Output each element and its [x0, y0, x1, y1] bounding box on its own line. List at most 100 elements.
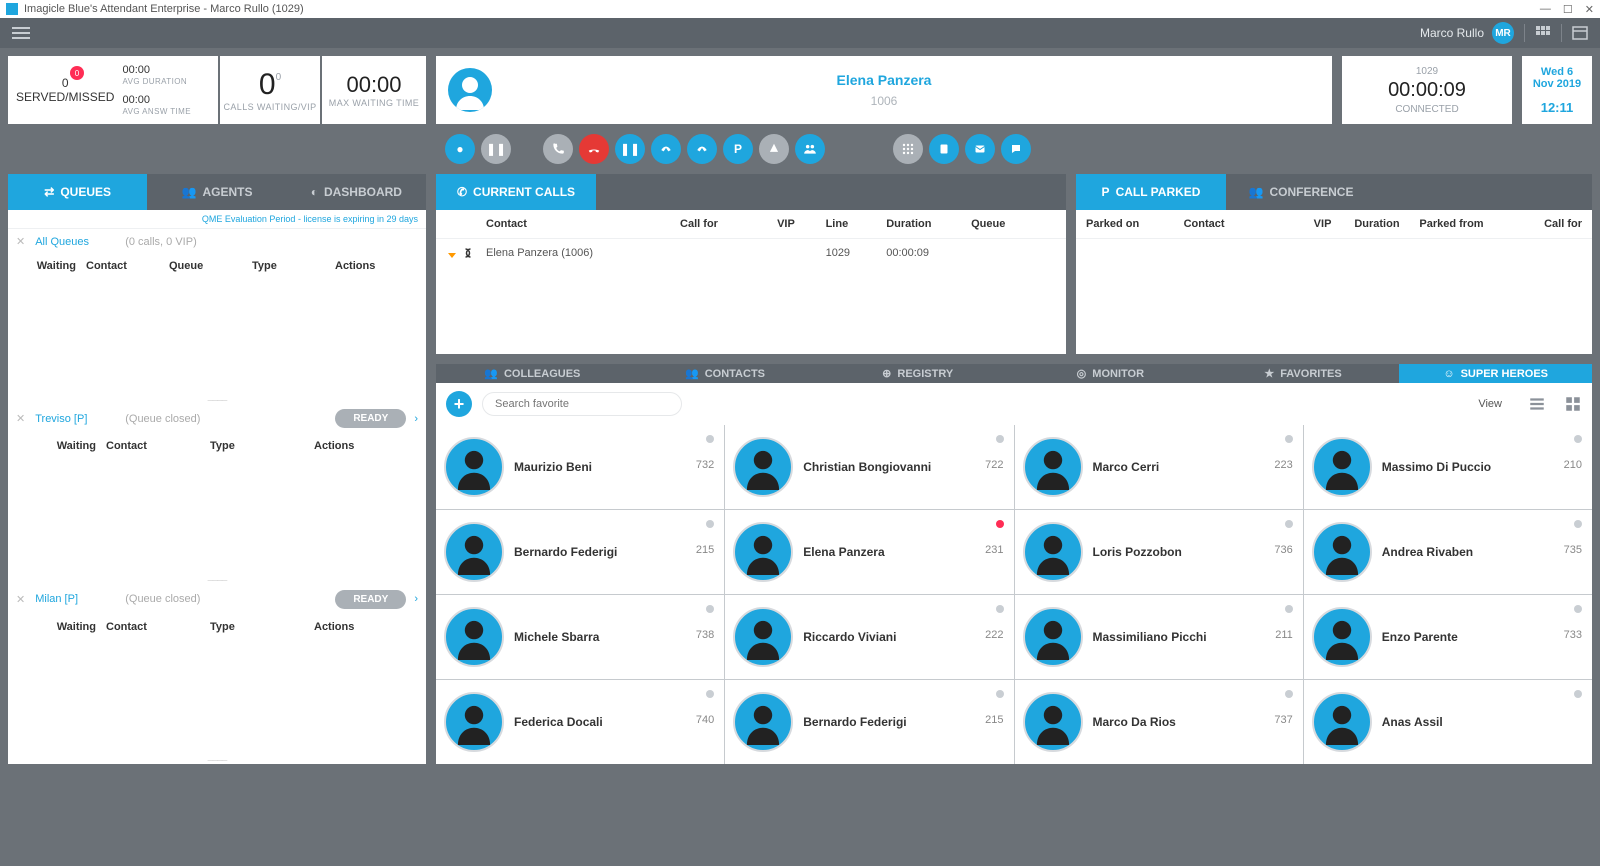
- waiting-label: CALLS WAITING/VIP: [224, 102, 317, 112]
- current-calls-headers: Contact Call for VIP Line Duration Queue: [436, 210, 1066, 239]
- answer-button[interactable]: [543, 134, 573, 164]
- close-icon[interactable]: ✕: [16, 235, 25, 248]
- person-card[interactable]: Elena Panzera231: [725, 510, 1013, 594]
- close-button[interactable]: ✕: [1585, 3, 1594, 16]
- person-name: Federica Docali: [514, 715, 603, 729]
- tab-registry[interactable]: ⊕REGISTRY: [821, 364, 1014, 383]
- person-card[interactable]: Marco Cerri223: [1015, 425, 1303, 509]
- minimize-button[interactable]: —: [1540, 3, 1551, 15]
- view-label: View: [1478, 398, 1502, 410]
- chat-button[interactable]: [1001, 134, 1031, 164]
- person-card[interactable]: Anas Assil: [1304, 680, 1592, 764]
- avg-answ-label: AVG ANSW TIME: [122, 107, 190, 116]
- call-timer: 00:00:09: [1388, 79, 1466, 102]
- add-favorite-button[interactable]: +: [446, 391, 472, 417]
- person-ext: 722: [985, 459, 1003, 471]
- hold-button[interactable]: ❚❚: [615, 134, 645, 164]
- person-card[interactable]: Bernardo Federigi 215: [436, 510, 724, 594]
- person-ext: 215: [696, 544, 714, 556]
- connected-icon: [462, 247, 474, 259]
- keypad-button[interactable]: [893, 134, 923, 164]
- park-button[interactable]: P: [723, 134, 753, 164]
- hdr-duration: Duration: [1354, 218, 1419, 230]
- separator: [1524, 24, 1525, 42]
- tab-empty: [1376, 174, 1592, 210]
- person-avatar: [1023, 692, 1083, 752]
- person-ext: 733: [1564, 629, 1582, 641]
- person-card[interactable]: Loris Pozzobon736: [1015, 510, 1303, 594]
- person-avatar: [444, 437, 504, 497]
- drag-handle[interactable]: [8, 758, 426, 764]
- apps-icon[interactable]: [1535, 25, 1551, 41]
- note-button[interactable]: [929, 134, 959, 164]
- tab-monitor[interactable]: ◎MONITOR: [1014, 364, 1207, 383]
- close-icon[interactable]: ✕: [16, 593, 25, 606]
- person-card[interactable]: Federica Docali740: [436, 680, 724, 764]
- tab-agents[interactable]: 👥AGENTS: [147, 174, 286, 210]
- avg-duration-value: 00:00: [122, 64, 190, 76]
- row-duration: 00:00:09: [886, 247, 971, 259]
- status-dot: [706, 520, 714, 528]
- ready-button[interactable]: READY: [335, 409, 406, 428]
- person-card[interactable]: Christian Bongiovanni722: [725, 425, 1013, 509]
- person-card[interactable]: Riccardo Viviani222: [725, 595, 1013, 679]
- tab-current-calls[interactable]: ✆CURRENT CALLS: [436, 174, 596, 210]
- person-card[interactable]: Massimo Di Puccio210: [1304, 425, 1592, 509]
- record-button[interactable]: ●: [445, 134, 475, 164]
- conference-button[interactable]: [795, 134, 825, 164]
- tab-dashboard[interactable]: ◐DASHBOARD: [287, 174, 426, 210]
- tab-colleagues[interactable]: 👥COLLEAGUES: [436, 364, 629, 383]
- tab-conference[interactable]: 👥CONFERENCE: [1226, 174, 1376, 210]
- status-dot: [996, 435, 1004, 443]
- hdr-contact: Contact: [106, 440, 210, 452]
- person-name: Bernardo Federigi: [514, 545, 617, 559]
- person-name: Marco Da Rios: [1093, 715, 1176, 729]
- pause-record-button[interactable]: ❚❚: [481, 134, 511, 164]
- person-card[interactable]: Andrea Rivaben735: [1304, 510, 1592, 594]
- served-value: 0: [62, 76, 69, 90]
- tab-favorites[interactable]: ★FAVORITES: [1207, 364, 1400, 383]
- tab-super-heroes[interactable]: ☺SUPER HEROES: [1399, 364, 1592, 383]
- calendar-icon[interactable]: [1572, 25, 1588, 41]
- hdr-actions: Actions: [335, 260, 418, 272]
- tab-super-heroes-label: SUPER HEROES: [1461, 368, 1548, 380]
- status-dot: [1574, 605, 1582, 613]
- transfer-button[interactable]: [651, 134, 681, 164]
- person-ext: 222: [985, 629, 1003, 641]
- tab-parked[interactable]: PCALL PARKED: [1076, 174, 1226, 210]
- person-card[interactable]: Massimiliano Picchi211: [1015, 595, 1303, 679]
- tab-queues[interactable]: ⇄QUEUES: [8, 174, 147, 210]
- close-icon[interactable]: ✕: [16, 412, 25, 425]
- camp-button[interactable]: [759, 134, 789, 164]
- person-ext: 732: [696, 459, 714, 471]
- people-grid: Maurizio Beni732Christian Bongiovanni722…: [436, 425, 1592, 764]
- grid-view-icon[interactable]: [1564, 395, 1582, 413]
- queue-all-row[interactable]: ✕ All Queues (0 calls, 0 VIP): [8, 229, 426, 254]
- person-card[interactable]: Marco Da Rios737: [1015, 680, 1303, 764]
- incoming-icon: [446, 247, 458, 259]
- user-menu[interactable]: Marco Rullo MR: [1420, 22, 1514, 44]
- person-card[interactable]: Michele Sbarra738: [436, 595, 724, 679]
- call-row[interactable]: Elena Panzera (1006) 1029 00:00:09: [436, 239, 1066, 267]
- person-name: Michele Sbarra: [514, 630, 599, 644]
- person-avatar: [1023, 607, 1083, 667]
- maximize-button[interactable]: ☐: [1563, 3, 1573, 16]
- person-card[interactable]: Bernardo Federigi215: [725, 680, 1013, 764]
- people-icon: 👥: [1249, 185, 1264, 199]
- person-card[interactable]: Enzo Parente733: [1304, 595, 1592, 679]
- menu-icon[interactable]: [12, 27, 30, 39]
- hdr-vip: VIP: [1314, 218, 1355, 230]
- queue-row-milan[interactable]: ✕ Milan [P] (Queue closed) READY ›: [8, 584, 426, 615]
- ready-button[interactable]: READY: [335, 590, 406, 609]
- tab-contacts[interactable]: 👥CONTACTS: [629, 364, 822, 383]
- email-button[interactable]: [965, 134, 995, 164]
- person-card[interactable]: Maurizio Beni732: [436, 425, 724, 509]
- chevron-right-icon[interactable]: ›: [414, 413, 418, 425]
- search-input[interactable]: [482, 392, 682, 416]
- hangup-button[interactable]: [579, 134, 609, 164]
- blind-transfer-button[interactable]: [687, 134, 717, 164]
- chevron-right-icon[interactable]: ›: [414, 593, 418, 605]
- queue-row-treviso[interactable]: ✕ Treviso [P] (Queue closed) READY ›: [8, 403, 426, 434]
- list-view-icon[interactable]: [1528, 395, 1546, 413]
- hdr-callfor: Call for: [1517, 218, 1582, 230]
